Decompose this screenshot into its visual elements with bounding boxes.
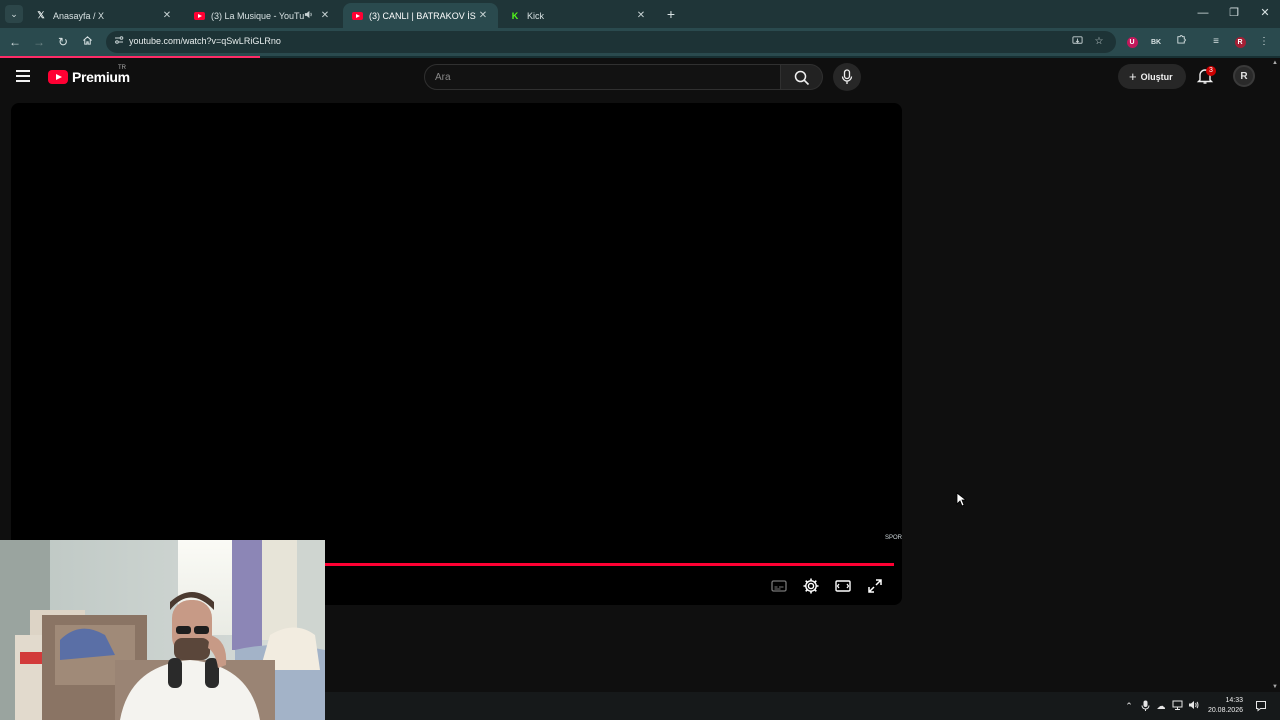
tab-search-dropdown-icon[interactable]: ⌄ [5, 5, 23, 23]
kick-icon: K [511, 10, 519, 21]
search-icon [794, 70, 810, 86]
x-logo-icon: 𝕏 [37, 10, 45, 20]
site-info-icon[interactable] [112, 35, 126, 49]
logo-text: Premium [72, 69, 130, 85]
microphone-icon [841, 69, 853, 84]
scroll-down-icon[interactable]: ▼ [1272, 684, 1278, 690]
hamburger-menu-icon[interactable] [16, 70, 30, 82]
extension-shield-icon[interactable]: U [1123, 33, 1141, 51]
back-icon[interactable]: ← [6, 33, 24, 51]
menu-kebab-icon[interactable]: ⋮ [1255, 33, 1273, 51]
close-tab-icon[interactable]: ✕ [160, 10, 174, 21]
reload-icon[interactable]: ↻ [54, 33, 72, 51]
notification-count-badge: 3 [1206, 66, 1216, 76]
account-avatar[interactable]: R [1233, 65, 1255, 87]
fullscreen-icon[interactable] [866, 577, 884, 595]
tab-title: Kick [527, 10, 545, 21]
settings-gear-icon[interactable] [802, 577, 820, 595]
extensions-puzzle-icon[interactable] [1172, 33, 1190, 51]
tab-kick[interactable]: K Kick ✕ [501, 3, 656, 28]
notification-center-icon[interactable] [1255, 700, 1267, 712]
video-player[interactable]: SPOR [11, 103, 902, 605]
restore-button[interactable]: ❐ [1219, 4, 1249, 22]
onedrive-cloud-icon[interactable]: ☁ [1155, 700, 1167, 712]
youtube-icon [351, 10, 363, 22]
tab-x-home[interactable]: 𝕏 Anasayfa / X ✕ [27, 3, 182, 28]
browser-tab-strip: ⌄ 𝕏 Anasayfa / X ✕ (3) La Musique - YouT… [0, 0, 1280, 28]
minimize-button[interactable]: — [1188, 4, 1218, 22]
search-box [424, 64, 781, 90]
page-scrollbar[interactable]: ▲ ▼ [1270, 58, 1280, 692]
close-tab-icon[interactable]: ✕ [318, 10, 332, 21]
windows-taskbar: ⌃ ☁ 14:33 20.08.2026 [325, 692, 1280, 720]
voice-search-button[interactable] [833, 63, 861, 91]
close-tab-icon[interactable]: ✕ [634, 10, 648, 21]
tab-title: Anasayfa / X [53, 10, 105, 21]
home-icon[interactable] [78, 33, 96, 51]
microphone-tray-icon[interactable] [1139, 700, 1151, 712]
close-tab-icon[interactable]: ✕ [476, 10, 490, 21]
youtube-icon [193, 10, 205, 22]
address-bar[interactable]: youtube.com/watch?v=qSwLRiGLRno ☆ [106, 31, 1116, 53]
theater-mode-icon[interactable] [834, 577, 852, 595]
close-window-button[interactable]: ✕ [1250, 4, 1280, 22]
region-code: TR [118, 65, 126, 71]
new-tab-button[interactable]: + [664, 5, 678, 23]
url-text: youtube.com/watch?v=qSwLRiGLRno [129, 36, 281, 46]
webcam-scene-image [0, 540, 325, 720]
browser-toolbar: ← → ↻ youtube.com/watch?v=qSwLRiGLRno ☆ … [0, 28, 1280, 56]
scroll-up-icon[interactable]: ▲ [1272, 60, 1278, 66]
tray-chevron-icon[interactable]: ⌃ [1123, 700, 1135, 712]
create-button[interactable]: + Oluştur [1118, 64, 1186, 89]
search-button[interactable] [781, 64, 823, 90]
system-clock[interactable]: 14:33 20.08.2026 [1201, 696, 1243, 716]
webcam-overlay [0, 540, 325, 720]
subtitles-icon[interactable] [770, 577, 788, 595]
tab-title: (3) La Musique - YouTube [211, 10, 304, 21]
youtube-masthead: Premium TR + Oluştur 3 R [0, 58, 1270, 96]
extension-bk-icon[interactable]: BK [1147, 33, 1165, 51]
media-controls-icon[interactable]: ≡ [1207, 33, 1225, 51]
profile-icon[interactable]: R [1231, 33, 1249, 51]
plus-icon: + [1129, 69, 1137, 84]
youtube-play-icon [48, 70, 68, 84]
speaker-icon[interactable] [304, 10, 318, 21]
tab-canli-batrakov[interactable]: (3) CANLI | BATRAKOV İSTANBUL ✕ [343, 3, 498, 28]
channel-watermark: SPOR [884, 535, 902, 541]
mouse-cursor-icon [956, 492, 966, 507]
tab-la-musique[interactable]: (3) La Musique - YouTube ✕ [185, 3, 340, 28]
search-input[interactable] [425, 65, 780, 89]
youtube-premium-logo[interactable]: Premium TR [48, 65, 130, 85]
bookmark-star-icon[interactable]: ☆ [1092, 35, 1106, 49]
tab-title: (3) CANLI | BATRAKOV İSTANBUL [369, 10, 476, 21]
clock-time: 14:33 [1225, 697, 1243, 704]
clock-date: 20.08.2026 [1207, 707, 1243, 714]
volume-icon[interactable] [1187, 700, 1199, 712]
network-icon[interactable] [1171, 700, 1183, 712]
install-app-icon[interactable] [1070, 35, 1084, 49]
forward-icon[interactable]: → [30, 33, 48, 51]
create-label: Oluştur [1140, 71, 1173, 82]
